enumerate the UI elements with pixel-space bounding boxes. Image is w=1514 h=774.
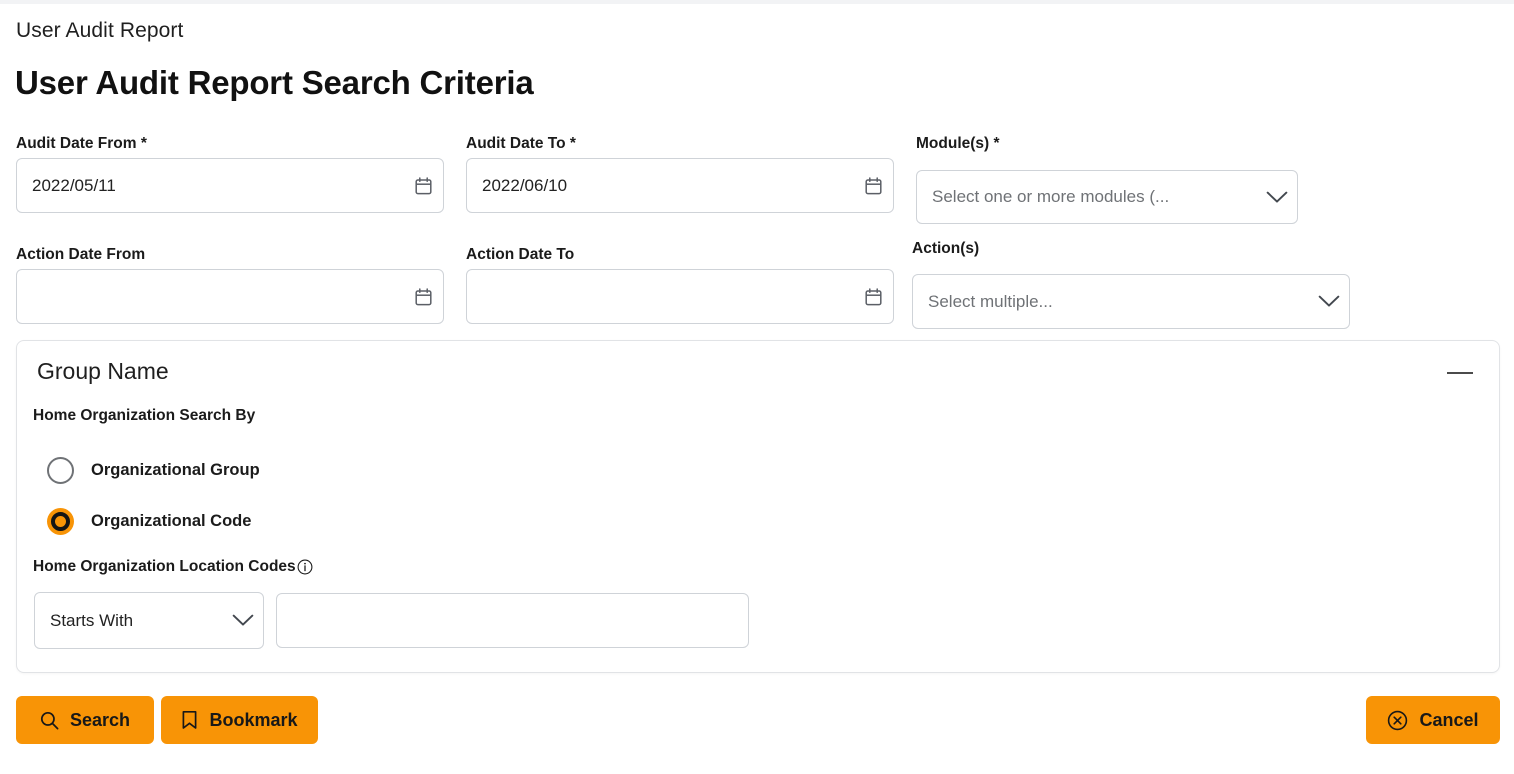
audit-date-to-value[interactable]: 2022/06/10 [467,176,853,196]
calendar-icon [864,176,882,194]
bookmark-button-label: Bookmark [209,709,298,730]
action-date-to-field[interactable] [466,269,894,324]
audit-date-to-label: Audit Date To * [466,135,576,152]
page-title: User Audit Report Search Criteria [15,64,534,101]
actions-select[interactable]: Select multiple... [912,274,1350,329]
action-date-from-calendar-button[interactable] [403,287,443,306]
actions-placeholder[interactable]: Select multiple... [913,292,1309,312]
chevron-down-icon [232,614,254,626]
calendar-icon [414,176,432,194]
audit-date-from-value[interactable]: 2022/05/11 [17,176,403,196]
audit-date-to-field[interactable]: 2022/06/10 [466,158,894,213]
cancel-button-label: Cancel [1419,709,1479,730]
radio-organizational-code[interactable]: Organizational Code [47,508,251,535]
action-date-to-label: Action Date To [466,246,575,263]
calendar-icon [414,287,432,305]
audit-date-to-calendar-button[interactable] [853,176,893,195]
chevron-down-icon [1266,191,1288,203]
radio-button-checked-icon[interactable] [47,508,74,535]
modules-label: Module(s) * [916,135,1000,152]
close-circle-icon [1388,710,1408,730]
location-codes-operator-select[interactable]: Starts With [34,592,264,649]
user-audit-report-page: User Audit Report User Audit Report Sear… [0,0,1514,774]
bookmark-button[interactable]: Bookmark [161,696,318,744]
modules-select[interactable]: Select one or more modules (... [916,170,1298,224]
radio-organizational-group[interactable]: Organizational Group [47,457,260,484]
calendar-icon [864,287,882,305]
action-date-from-label: Action Date From [16,246,146,263]
audit-date-from-field[interactable]: 2022/05/11 [16,158,444,213]
breadcrumb: User Audit Report [16,19,184,42]
group-name-panel: Group Name Home Organization Search By O… [16,340,1500,673]
modules-placeholder[interactable]: Select one or more modules (... [917,187,1257,207]
info-icon[interactable] [297,559,313,575]
radio-organizational-group-label: Organizational Group [91,461,260,479]
group-name-collapse-toggle[interactable] [1443,363,1477,383]
actions-label: Action(s) [912,240,980,257]
bookmark-icon [183,710,197,729]
home-organization-search-by-label: Home Organization Search By [33,407,256,424]
location-codes-label-text: Home Organization Location Codes [33,558,296,575]
chevron-down-icon [1318,295,1340,307]
action-date-from-field[interactable] [16,269,444,324]
action-date-to-calendar-button[interactable] [853,287,893,306]
search-button-label: Search [69,709,131,730]
home-organization-location-codes-label: Home Organization Location Codes [33,558,313,576]
radio-organizational-code-label: Organizational Code [91,512,252,530]
modules-dropdown-toggle[interactable] [1257,191,1297,204]
location-codes-operator-toggle[interactable] [223,614,263,627]
location-codes-text-input[interactable] [276,593,749,648]
audit-date-from-label: Audit Date From * [16,135,147,152]
search-button[interactable]: Search [16,696,154,744]
radio-button-unchecked-icon[interactable] [47,457,74,484]
location-codes-operator-value[interactable]: Starts With [35,611,223,631]
search-icon [40,711,59,729]
group-name-panel-title: Group Name [37,358,169,384]
audit-date-from-calendar-button[interactable] [403,176,443,195]
actions-dropdown-toggle[interactable] [1309,295,1349,308]
minus-icon [1447,372,1473,374]
cancel-button[interactable]: Cancel [1366,696,1500,744]
top-divider [0,0,1514,4]
